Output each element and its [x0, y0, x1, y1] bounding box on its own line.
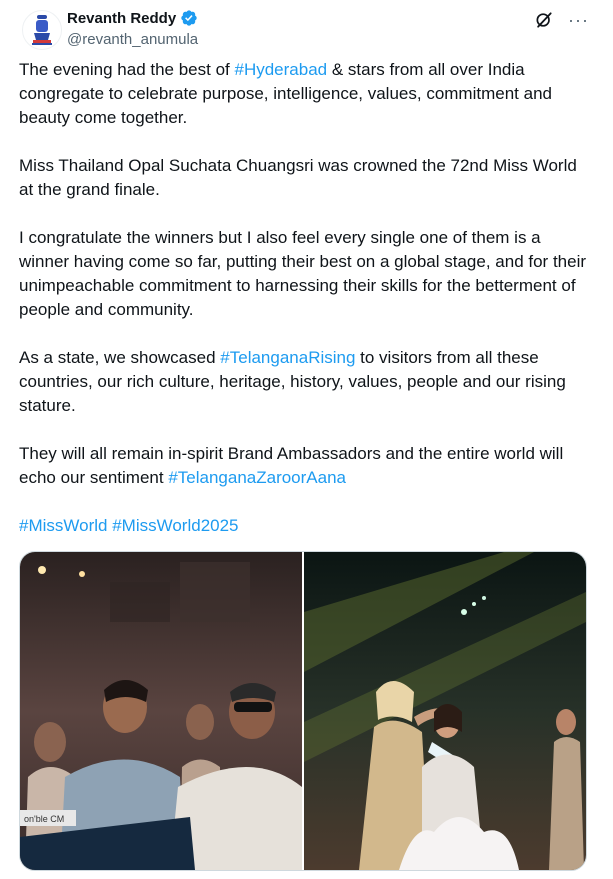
media-grid: on'ble CM — [19, 551, 587, 871]
tweet-paragraph-2: Miss Thailand Opal Suchata Chuangsri was… — [19, 156, 577, 199]
tweet-top-actions: ··· — [534, 10, 589, 30]
author-names: Revanth Reddy @revanth_anumula — [67, 8, 198, 49]
photo-crowning[interactable] — [304, 552, 586, 870]
tweet-text: The evening had the best of #Hyderabad &… — [19, 58, 591, 562]
text-segment: The evening had the best of — [19, 60, 235, 79]
tweet: Revanth Reddy @revanth_anumula ··· The e… — [0, 0, 613, 879]
grok-icon[interactable] — [534, 10, 554, 30]
tweet-paragraph-5: They will all remain in-spirit Brand Amb… — [19, 442, 591, 490]
tweet-paragraph-6: #MissWorld #MissWorld2025 — [19, 514, 591, 538]
tweet-header: Revanth Reddy @revanth_anumula ··· — [18, 6, 595, 52]
author-handle[interactable]: @revanth_anumula — [67, 31, 198, 48]
hashtag-miss-world-2025[interactable]: #MissWorld2025 — [112, 516, 238, 535]
audience-photo-image: on'ble CM — [20, 552, 302, 870]
hashtag-hyderabad[interactable]: #Hyderabad — [235, 60, 328, 79]
placard-text: on'ble CM — [24, 814, 64, 824]
hashtag-miss-world[interactable]: #MissWorld — [19, 516, 107, 535]
hashtag-telangana-rising[interactable]: #TelanganaRising — [220, 348, 355, 367]
avatar[interactable] — [22, 10, 62, 50]
more-icon[interactable]: ··· — [568, 11, 589, 29]
verified-badge-icon — [181, 10, 197, 26]
tweet-paragraph-1: The evening had the best of #Hyderabad &… — [19, 58, 591, 130]
tweet-paragraph-4: As a state, we showcased #TelanganaRisin… — [19, 346, 591, 418]
emblem-icon — [32, 15, 52, 45]
crowning-photo-image — [304, 552, 586, 870]
tweet-paragraph-3: I congratulate the winners but I also fe… — [19, 228, 587, 319]
author-display-name[interactable]: Revanth Reddy — [67, 10, 176, 27]
photo-audience[interactable]: on'ble CM — [20, 552, 302, 870]
text-segment: As a state, we showcased — [19, 348, 221, 367]
hashtag-telangana-zaroor-aana[interactable]: #TelanganaZaroorAana — [168, 468, 346, 487]
